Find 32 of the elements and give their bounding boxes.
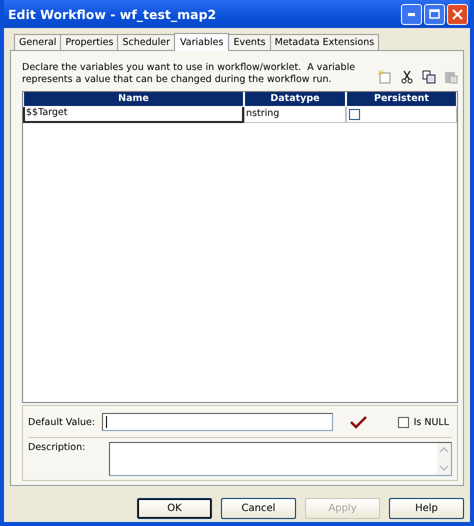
close-icon — [452, 8, 463, 20]
cut-icon[interactable] — [400, 70, 414, 84]
tab[interactable]: General — [14, 34, 62, 50]
field-label: Default Value: — [28, 416, 96, 428]
checkbox-label: Is NULL — [414, 416, 449, 428]
minimize-button[interactable] — [401, 4, 422, 24]
default-value-field[interactable] — [102, 413, 334, 431]
tab[interactable]: Events — [228, 34, 271, 50]
instructions-text: Declare the variables you want to use in workflow/worklet. A variable represents a value that can be changed during the workflow run. — [22, 62, 356, 86]
close-button[interactable] — [447, 4, 468, 24]
tab[interactable]: Scheduler — [117, 34, 176, 50]
column-header[interactable]: Persistent — [346, 92, 457, 107]
column-header[interactable]: Datatype — [244, 92, 346, 107]
checkbox[interactable] — [349, 109, 360, 120]
tab[interactable]: Variables — [174, 33, 230, 51]
tab[interactable]: Metadata Extensions — [270, 34, 380, 50]
dialog-button[interactable]: Cancel — [221, 498, 296, 519]
copy-icon[interactable] — [422, 70, 436, 84]
checkbox[interactable] — [398, 416, 409, 428]
dialog-button[interactable]: OK — [137, 498, 212, 519]
field-label: Description: — [28, 442, 86, 455]
new-icon[interactable] — [378, 70, 392, 84]
window-title: Edit Workflow - wf_test_map2 — [8, 6, 218, 22]
maximize-icon — [429, 9, 440, 19]
table-cell[interactable]: nstring — [244, 107, 346, 123]
dialog-button[interactable]: Help — [389, 498, 464, 519]
maximize-button[interactable] — [424, 4, 445, 24]
tab[interactable]: Properties — [60, 34, 118, 50]
table-cell[interactable]: $$Target — [23, 107, 244, 123]
column-header[interactable]: Name — [23, 92, 244, 107]
minimize-icon — [408, 12, 416, 16]
check-icon[interactable] — [349, 415, 368, 429]
